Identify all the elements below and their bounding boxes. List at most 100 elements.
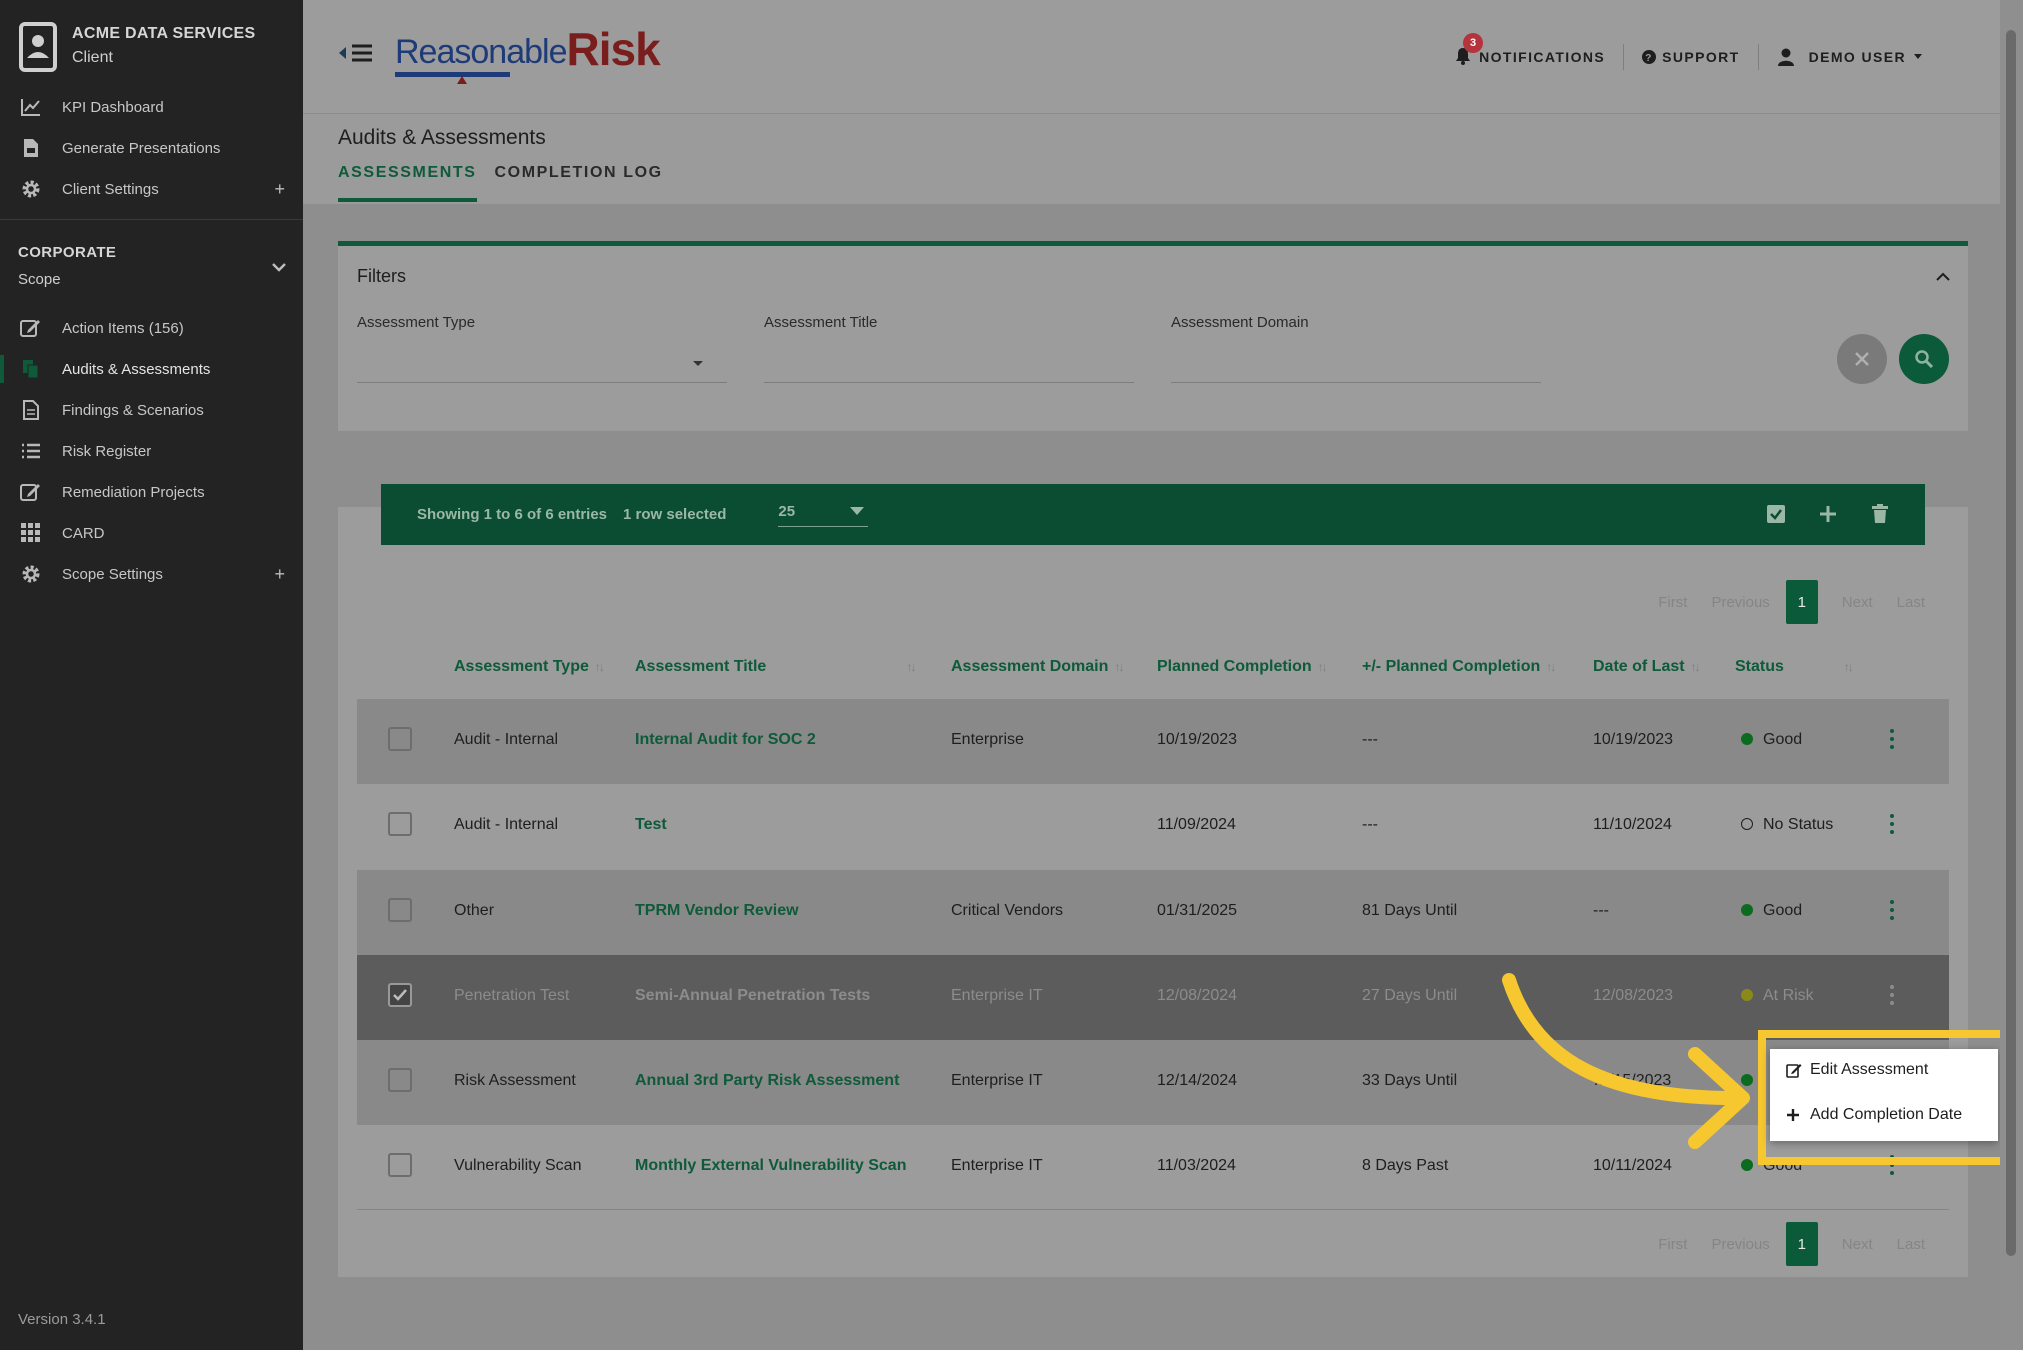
row-actions-kebab-icon[interactable]: [1887, 812, 1897, 836]
row-checkbox[interactable]: [388, 1153, 412, 1177]
column-header[interactable]: Assessment Type ↑↓: [454, 658, 605, 676]
row-actions-kebab-icon[interactable]: [1887, 898, 1897, 922]
sidebar-divider: [0, 219, 303, 220]
pager-last[interactable]: Last: [1897, 1236, 1925, 1253]
row-checkbox[interactable]: [388, 898, 412, 922]
date-of-last-cell: 10/11/2024: [1593, 1157, 1672, 1174]
sidebar-item-kpi-dashboard[interactable]: KPI Dashboard: [0, 87, 303, 127]
edit-assessment-menu-item[interactable]: Edit Assessment: [1786, 1061, 1928, 1079]
trash-icon: [1872, 504, 1888, 523]
assessment-title-link[interactable]: Internal Audit for SOC 2: [635, 731, 816, 749]
assessment-type-cell: Audit - Internal: [454, 731, 559, 748]
row-actions-kebab-icon[interactable]: [1887, 983, 1897, 1007]
pager-next[interactable]: Next: [1842, 1236, 1873, 1253]
assessment-type-cell: Penetration Test: [454, 987, 570, 1004]
chevron-up-icon[interactable]: [1936, 272, 1950, 282]
column-header[interactable]: Planned Completion ↑↓: [1157, 658, 1328, 676]
add-assessment-button[interactable]: [1817, 502, 1839, 526]
assessment-domain-cell: Enterprise IT: [951, 987, 1043, 1004]
user-menu-button[interactable]: DEMO USER: [1759, 44, 1940, 70]
address-book-icon: [19, 22, 57, 72]
assessment-type-cell: Other: [454, 902, 495, 919]
filters-panel: Filters Assessment Type Assessment Title…: [338, 241, 1968, 431]
row-checkbox[interactable]: [388, 812, 412, 836]
assessment-domain-input[interactable]: [1171, 347, 1541, 383]
assessment-type-cell: Risk Assessment: [454, 1072, 576, 1089]
sort-icon: ↑↓: [1114, 660, 1124, 674]
page-scrollbar[interactable]: [2000, 0, 2023, 1350]
search-button[interactable]: [1899, 334, 1949, 384]
pager-first[interactable]: First: [1658, 594, 1687, 611]
sidebar-item-client-settings[interactable]: Client Settings +: [0, 169, 303, 209]
column-header[interactable]: +/- Planned Completion ↑↓: [1362, 658, 1556, 676]
notifications-button[interactable]: 3 NOTIFICATIONS: [1437, 32, 1625, 70]
scope-label: Scope: [18, 271, 61, 288]
pager-next[interactable]: Next: [1842, 594, 1873, 611]
sidebar-item-findings-scenarios[interactable]: Findings & Scenarios: [0, 390, 303, 430]
add-completion-date-menu-item[interactable]: Add Completion Date: [1786, 1106, 1962, 1124]
support-button[interactable]: ? SUPPORT: [1624, 44, 1759, 70]
reasonable-risk-logo[interactable]: Reasonable Risk: [395, 26, 661, 84]
column-header[interactable]: Date of Last ↑↓: [1593, 658, 1701, 676]
chevron-down-icon[interactable]: [272, 262, 286, 272]
sidebar-item-action-items[interactable]: Action Items (156): [0, 308, 303, 348]
row-checkbox[interactable]: [388, 1068, 412, 1092]
table-toolbar: Showing 1 to 6 of 6 entries 1 row select…: [381, 484, 1925, 545]
table-row[interactable]: Other TPRM Vendor Review Critical Vendors 0…: [357, 870, 1949, 955]
assessment-title-link[interactable]: Monthly External Vulnerability Scan: [635, 1157, 906, 1175]
sidebar-item-audits-assessments[interactable]: Audits & Assessments: [0, 349, 303, 389]
table-row[interactable]: Audit - Internal Internal Audit for SOC 2…: [357, 699, 1949, 784]
expand-plus-icon[interactable]: +: [274, 179, 285, 200]
assessment-type-select[interactable]: [357, 347, 727, 383]
row-checkbox[interactable]: [388, 727, 412, 751]
column-header-label: Status: [1735, 658, 1784, 675]
sidebar-item-card[interactable]: CARD: [0, 513, 303, 553]
client-switcher[interactable]: ACME DATA SERVICES Client: [18, 22, 256, 72]
pager-last[interactable]: Last: [1897, 594, 1925, 611]
clear-filters-button[interactable]: [1837, 334, 1887, 384]
assessment-title-link[interactable]: Annual 3rd Party Risk Assessment: [635, 1072, 899, 1090]
planned-completion-cell: 11/09/2024: [1157, 816, 1236, 833]
sidebar-toggle-button[interactable]: [339, 44, 373, 62]
expand-plus-icon[interactable]: +: [274, 564, 285, 585]
page-size-select[interactable]: 25: [778, 503, 869, 527]
tab-assessments[interactable]: ASSESSMENTS: [338, 164, 477, 202]
client-label: Client: [72, 49, 113, 66]
tab-completion-log[interactable]: COMPLETION LOG: [495, 164, 663, 202]
pager-previous[interactable]: Previous: [1711, 594, 1769, 611]
row-actions-kebab-icon[interactable]: [1887, 727, 1897, 751]
version-label: Version 3.4.1: [18, 1311, 106, 1328]
sidebar-item-scope-settings[interactable]: Scope Settings +: [0, 554, 303, 594]
column-header[interactable]: Status ↑↓: [1735, 658, 1854, 676]
pager-previous[interactable]: Previous: [1711, 1236, 1769, 1253]
scrollbar-thumb[interactable]: [2006, 30, 2016, 1256]
status-label: Good: [1763, 902, 1803, 919]
scope-switcher[interactable]: CORPORATE Scope: [18, 244, 116, 288]
status-dot-icon: [1741, 817, 1753, 830]
row-checkbox[interactable]: [388, 983, 412, 1007]
assessment-title-link[interactable]: Test: [635, 816, 667, 834]
select-all-button[interactable]: [1765, 502, 1787, 526]
sidebar-item-risk-register[interactable]: Risk Register: [0, 431, 303, 471]
pager-current-page[interactable]: 1: [1785, 580, 1818, 624]
notifications-count-badge: 3: [1463, 32, 1484, 53]
status-dot-icon: [1741, 732, 1753, 745]
table-header: Assessment Type ↑↓ Assessment Title ↑↓ Ass…: [357, 652, 1949, 682]
pager-current-page[interactable]: 1: [1785, 1222, 1818, 1266]
column-header[interactable]: Assessment Title ↑↓: [635, 658, 916, 676]
column-header[interactable]: Assessment Domain ↑↓: [951, 658, 1124, 676]
support-label: SUPPORT: [1662, 49, 1740, 65]
sidebar-item-generate-presentations[interactable]: Generate Presentations: [0, 128, 303, 168]
column-header-label: Planned Completion: [1157, 658, 1312, 675]
menu-item-label: Add Completion Date: [1810, 1106, 1963, 1123]
assessment-title-input[interactable]: [764, 347, 1134, 383]
sidebar-item-remediation-projects[interactable]: Remediation Projects: [0, 472, 303, 512]
pager-first[interactable]: First: [1658, 1236, 1687, 1253]
delete-button[interactable]: [1869, 502, 1891, 526]
assessment-title-link[interactable]: Semi-Annual Penetration Tests: [635, 987, 870, 1005]
assessment-domain-cell: Enterprise IT: [951, 1072, 1043, 1089]
table-row[interactable]: Audit - Internal Test 11/09/2024 --- 11/10/2…: [357, 784, 1949, 869]
page-tabs: ASSESSMENTS COMPLETION LOG: [338, 164, 681, 202]
assessment-title-link[interactable]: TPRM Vendor Review: [635, 902, 799, 920]
planned-completion-cell: 01/31/2025: [1157, 902, 1238, 919]
